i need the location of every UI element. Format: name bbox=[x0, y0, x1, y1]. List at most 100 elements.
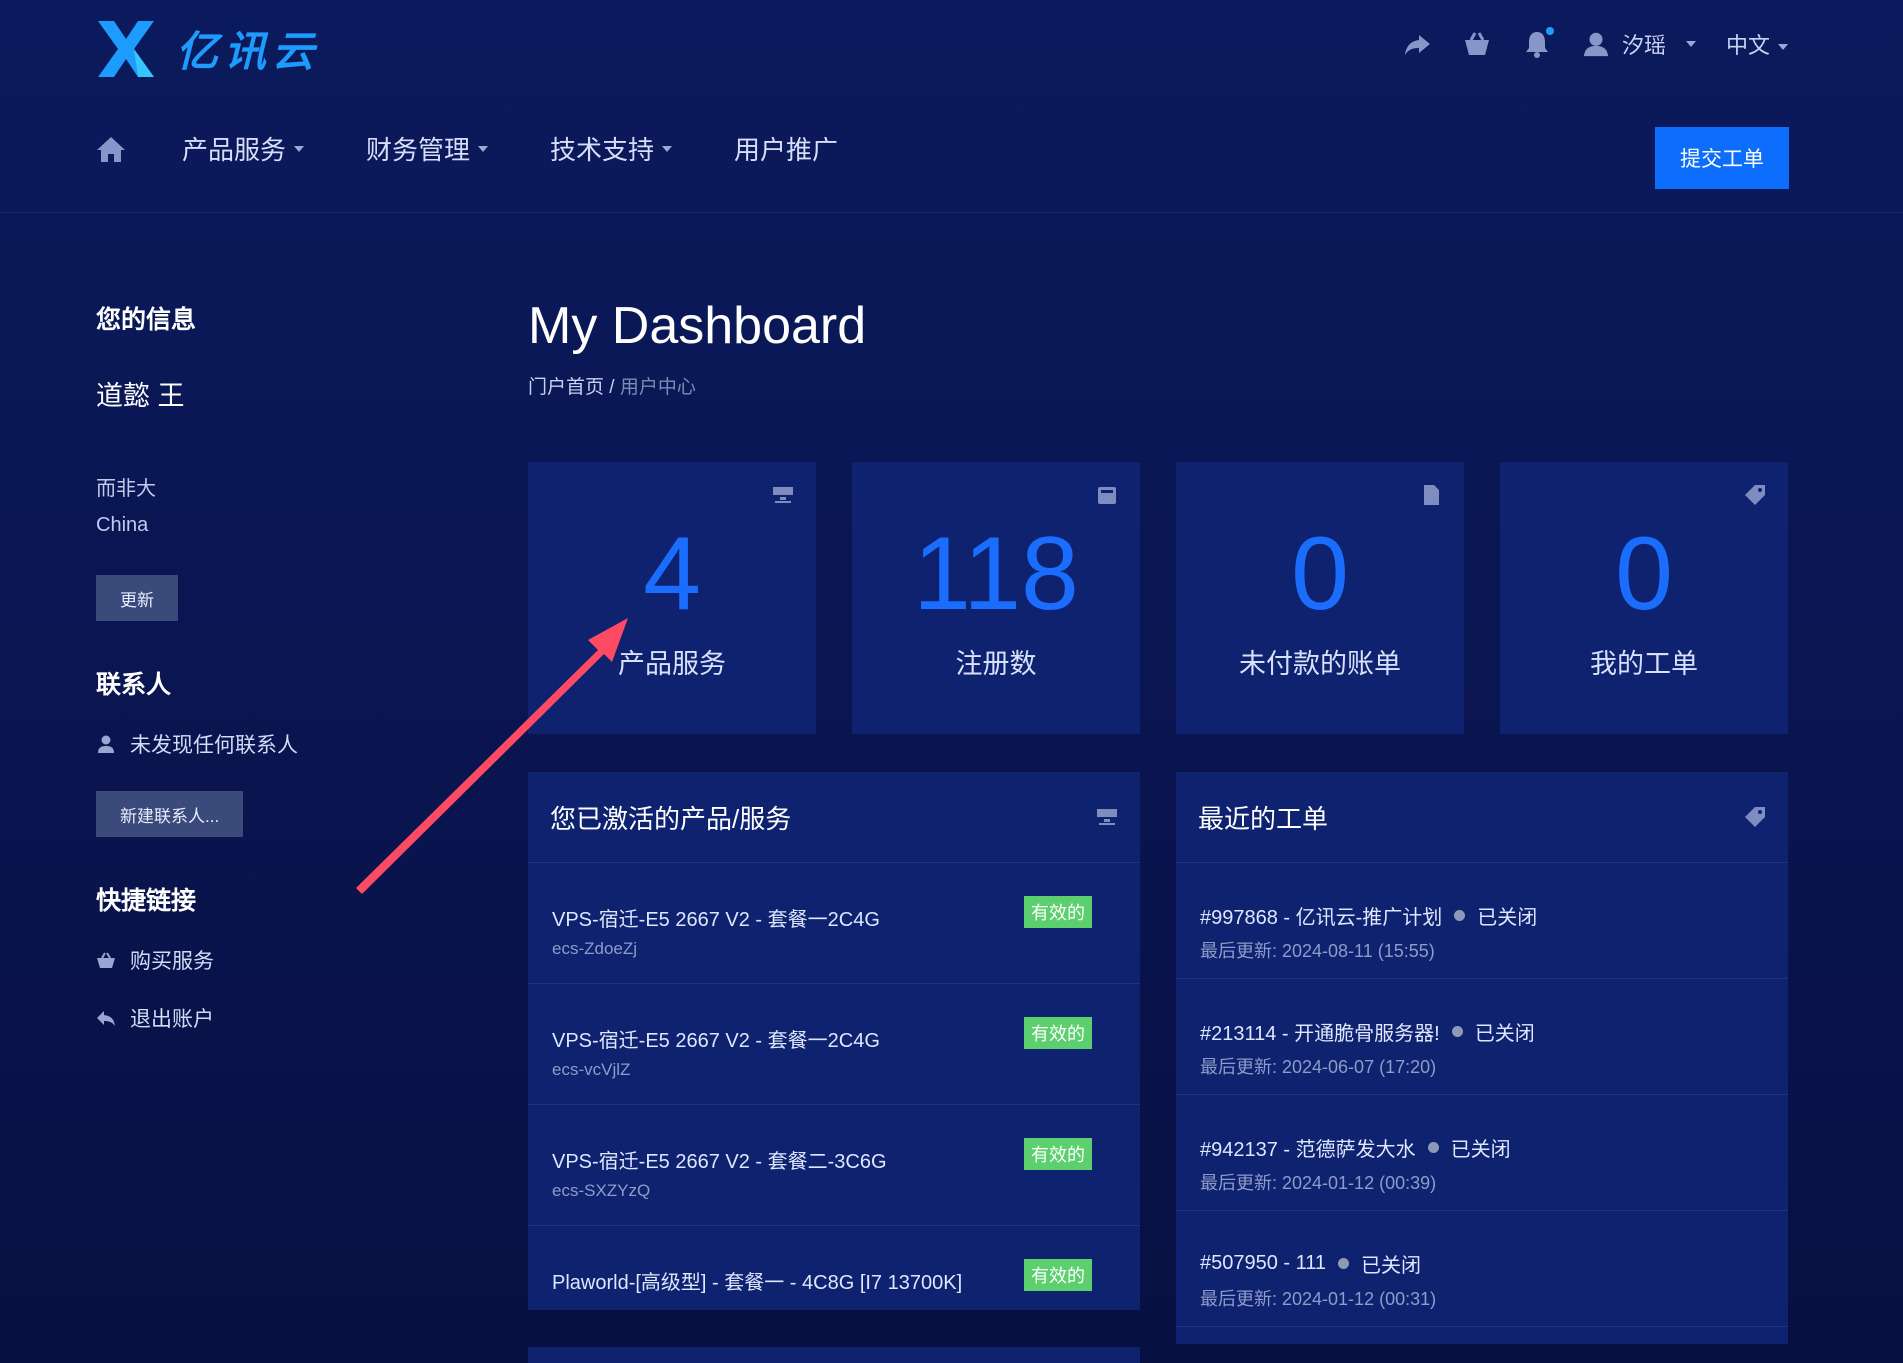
ticket-updated: 最后更新: 2024-08-11 (15:55) bbox=[1200, 941, 1435, 961]
quick-links-title: 快捷链接 bbox=[96, 887, 197, 915]
list-item[interactable]: #507950 - 111 已关闭 最后更新: 2024-01-12 (00:3… bbox=[1176, 1211, 1788, 1327]
user-address: 而非大 China bbox=[96, 471, 426, 543]
product-hostname: ecs-vcVjlZ bbox=[552, 1060, 631, 1079]
stat-unpaid-invoices[interactable]: 0 未付款的账单 bbox=[1176, 462, 1464, 734]
product-name: Plaworld-[高级型] - 套餐一 - 4C8G [I7 13700K] bbox=[552, 1272, 963, 1294]
basket-icon bbox=[97, 952, 115, 968]
ticket-title: #997868 - 亿讯云-推广计划 已关闭 bbox=[1200, 901, 1537, 930]
top-header: 亿讯云 汐瑶 中文 产品服务 财务管理 技术支持 用户推广 提交工单 bbox=[0, 0, 1903, 213]
ticket-updated: 最后更新: 2024-06-07 (17:20) bbox=[1200, 1057, 1437, 1077]
stat-products[interactable]: 4 产品服务 bbox=[528, 462, 816, 734]
chevron-down-icon bbox=[478, 145, 489, 152]
ticket-title: #942137 - 范德萨发大水 已关闭 bbox=[1200, 1133, 1511, 1162]
ticket-name: #507950 - 111 bbox=[1200, 1252, 1327, 1274]
nav-affiliates-label: 用户推广 bbox=[734, 135, 839, 165]
update-info-button[interactable]: 更新 bbox=[96, 575, 178, 621]
contacts-section: 联系人 未发现任何联系人 新建联系人... bbox=[96, 665, 426, 837]
quick-link-logout[interactable]: 退出账户 bbox=[96, 1003, 426, 1033]
stat-value: 4 bbox=[643, 516, 701, 632]
home-icon[interactable] bbox=[96, 134, 126, 164]
nav-affiliates[interactable]: 用户推广 bbox=[734, 130, 838, 167]
ticket-name: #213114 - 开通脆骨服务器! bbox=[1200, 1023, 1440, 1045]
header-actions: 汐瑶 中文 bbox=[1402, 27, 1788, 60]
list-item[interactable]: VPS-宿迁-E5 2667 V2 - 套餐一2C4G ecs-ZdoeZj 有… bbox=[528, 863, 1140, 984]
ticket-icon bbox=[1745, 485, 1765, 505]
active-products-panel: 您已激活的产品/服务 VPS-宿迁-E5 2667 V2 - 套餐一2C4G e… bbox=[528, 772, 1140, 1310]
ticket-name: #997868 - 亿讯云-推广计划 bbox=[1200, 907, 1443, 929]
chevron-down-icon bbox=[1685, 41, 1696, 47]
product-name: VPS-宿迁-E5 2667 V2 - 套餐二-3C6G bbox=[552, 1151, 887, 1173]
quick-link-logout-label: 退出账户 bbox=[130, 1008, 214, 1031]
stat-label: 我的工单 bbox=[1590, 649, 1698, 679]
no-contacts-text: 未发现任何联系人 bbox=[130, 734, 298, 757]
ticket-updated: 最后更新: 2024-01-12 (00:39) bbox=[1200, 1173, 1437, 1193]
nav-support[interactable]: 技术支持 bbox=[550, 130, 673, 167]
ticket-title: #213114 - 开通脆骨服务器! 已关闭 bbox=[1200, 1017, 1535, 1046]
address-country: China bbox=[96, 514, 149, 536]
stat-domains[interactable]: 118 注册数 bbox=[852, 462, 1140, 734]
list-item[interactable]: #942137 - 范德萨发大水 已关闭 最后更新: 2024-01-12 (0… bbox=[1176, 1095, 1788, 1211]
ticket-title: #507950 - 111 已关闭 bbox=[1200, 1249, 1421, 1278]
status-dot bbox=[1427, 1142, 1439, 1153]
ticket-updated: 最后更新: 2024-01-12 (00:31) bbox=[1200, 1289, 1437, 1309]
bell-icon[interactable] bbox=[1522, 27, 1554, 59]
ticket-name: #942137 - 范德萨发大水 bbox=[1200, 1139, 1416, 1161]
list-item[interactable]: #213114 - 开通脆骨服务器! 已关闭 最后更新: 2024-06-07 … bbox=[1176, 979, 1788, 1095]
status-badge: 有效的 bbox=[1024, 1017, 1092, 1049]
invoice-icon bbox=[1424, 485, 1439, 505]
nav-products-label: 产品服务 bbox=[182, 135, 287, 165]
brand-logo[interactable]: 亿讯云 bbox=[96, 18, 320, 79]
list-item[interactable]: #997868 - 亿讯云-推广计划 已关闭 最后更新: 2024-08-11 … bbox=[1176, 863, 1788, 979]
reply-icon bbox=[97, 1011, 115, 1026]
list-item[interactable]: VPS-宿迁-E5 2667 V2 - 套餐一2C4G ecs-vcVjlZ 有… bbox=[528, 984, 1140, 1105]
nav-support-label: 技术支持 bbox=[550, 135, 655, 165]
nav-products[interactable]: 产品服务 bbox=[182, 130, 305, 167]
breadcrumb: 门户首页 / 用户中心 bbox=[528, 372, 696, 399]
user-full-name: 道懿 王 bbox=[96, 381, 185, 411]
ticket-status: 已关闭 bbox=[1361, 1255, 1422, 1277]
nav-billing[interactable]: 财务管理 bbox=[366, 130, 489, 167]
list-item[interactable]: Plaworld-[高级型] - 套餐一 - 4C8G [I7 13700K] … bbox=[528, 1226, 1140, 1310]
language-selector[interactable]: 中文 bbox=[1726, 28, 1788, 60]
server-icon bbox=[773, 487, 793, 503]
page-title: My Dashboard bbox=[528, 297, 867, 355]
next-panel bbox=[528, 1347, 1140, 1363]
address-line: 而非大 bbox=[96, 478, 156, 500]
ticket-status: 已关闭 bbox=[1474, 1023, 1535, 1045]
sidebar: 您的信息 道懿 王 而非大 China 更新 联系人 未发现任何联系人 新建联系… bbox=[96, 300, 426, 1033]
new-contact-button[interactable]: 新建联系人... bbox=[96, 791, 244, 837]
language-label: 中文 bbox=[1725, 33, 1770, 58]
status-dot bbox=[1454, 910, 1466, 921]
user-icon bbox=[98, 735, 114, 753]
ticket-status: 已关闭 bbox=[1477, 907, 1538, 929]
product-hostname: ecs-SXZYzQ bbox=[552, 1181, 651, 1200]
ticket-icon bbox=[1745, 807, 1765, 827]
no-contacts-line: 未发现任何联系人 bbox=[96, 729, 426, 759]
stat-label: 产品服务 bbox=[618, 649, 726, 679]
stat-tickets[interactable]: 0 我的工单 bbox=[1500, 462, 1788, 734]
product-name: VPS-宿迁-E5 2667 V2 - 套餐一2C4G bbox=[552, 1030, 880, 1052]
brand-logo-icon bbox=[98, 20, 154, 77]
list-item[interactable]: VPS-宿迁-E5 2667 V2 - 套餐二-3C6G ecs-SXZYzQ … bbox=[528, 1105, 1140, 1226]
quick-links-section: 快捷链接 购买服务 退出账户 bbox=[96, 881, 426, 1033]
quick-link-buy-label: 购买服务 bbox=[130, 950, 214, 973]
submit-ticket-button[interactable]: 提交工单 bbox=[1655, 127, 1789, 189]
domain-icon bbox=[1098, 487, 1116, 504]
panel-title: 您已激活的产品/服务 bbox=[550, 803, 792, 834]
basket-icon[interactable] bbox=[1462, 29, 1492, 59]
status-dot bbox=[1338, 1258, 1350, 1269]
breadcrumb-separator: / bbox=[609, 377, 615, 398]
breadcrumb-home[interactable]: 门户首页 bbox=[528, 377, 604, 398]
ticket-status: 已关闭 bbox=[1450, 1139, 1511, 1161]
contacts-title: 联系人 bbox=[96, 671, 172, 699]
quick-link-buy[interactable]: 购买服务 bbox=[96, 945, 426, 975]
product-hostname: ecs-ZdoeZj bbox=[552, 939, 638, 958]
user-menu[interactable]: 汐瑶 bbox=[1582, 28, 1696, 60]
status-badge: 有效的 bbox=[1024, 1138, 1092, 1170]
stat-label: 未付款的账单 bbox=[1239, 649, 1401, 679]
recent-tickets-panel: 最近的工单 #997868 - 亿讯云-推广计划 已关闭 最后更新: 2024-… bbox=[1176, 772, 1788, 1344]
user-name: 汐瑶 bbox=[1621, 33, 1666, 58]
panel-header: 最近的工单 bbox=[1176, 772, 1788, 863]
stat-value: 118 bbox=[913, 516, 1079, 632]
share-icon[interactable] bbox=[1402, 29, 1432, 59]
